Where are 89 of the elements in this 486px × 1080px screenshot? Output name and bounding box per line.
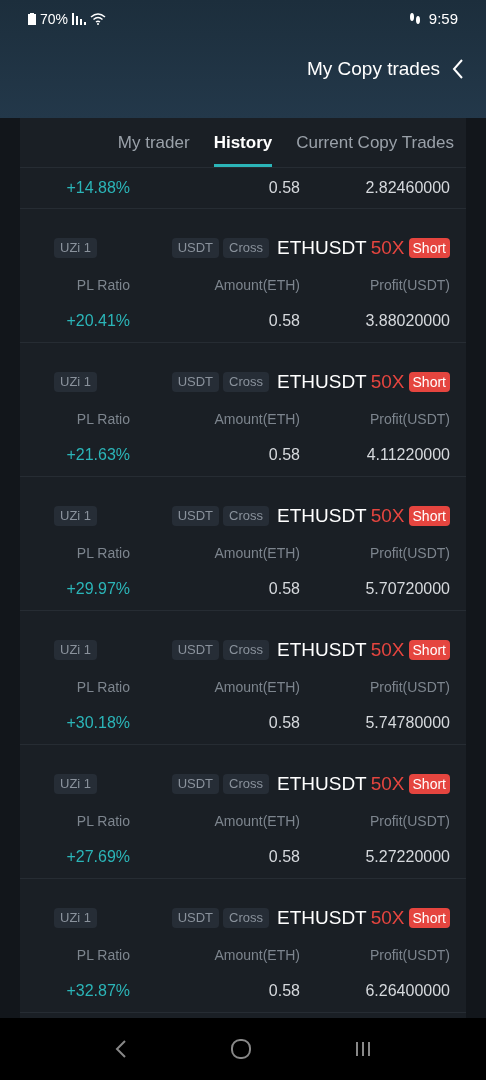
side-badge: Short — [408, 505, 450, 526]
side-badge: Short — [408, 237, 450, 258]
column-label: Amount(ETH) — [213, 544, 300, 563]
profit-value: 2.82460000 — [364, 177, 450, 198]
margin-tag: Cross — [223, 505, 269, 526]
trader-tag: UZi 1 — [54, 237, 98, 258]
settle-tag: USDT — [171, 907, 220, 928]
leverage-label: 50X — [370, 771, 405, 796]
tab[interactable]: My trader — [117, 130, 190, 167]
column-label: PL Ratio — [75, 544, 131, 563]
pl-ratio-value: +29.97% — [65, 579, 131, 599]
column-label: PL Ratio — [75, 678, 131, 697]
margin-tag: Cross — [223, 237, 269, 258]
pl-ratio-value: +20.41% — [65, 311, 131, 331]
trader-tag: UZi 1 — [54, 907, 98, 928]
symbol-label: ETHUSDT — [277, 905, 367, 930]
settle-tag: USDT — [171, 639, 220, 660]
column-label: Profit(USDT) — [368, 678, 450, 697]
column-label: Profit(USDT) — [368, 544, 450, 563]
leverage-label: 50X — [370, 905, 405, 930]
tab[interactable]: Current Copy Trades — [296, 130, 454, 167]
side-badge: Short — [408, 371, 450, 392]
column-label: Profit(USDT) — [368, 812, 450, 831]
margin-tag: Cross — [223, 371, 269, 392]
column-label: Amount(ETH) — [213, 678, 300, 697]
column-label: PL Ratio — [75, 276, 131, 295]
wifi-icon — [90, 13, 107, 25]
profit-value: 6.26400000 — [364, 981, 450, 1001]
column-label: Amount(ETH) — [213, 276, 300, 295]
steps-icon — [408, 12, 421, 26]
settle-tag: USDT — [171, 237, 220, 258]
pl-ratio-value: +14.88% — [65, 177, 131, 198]
amount-value: 0.58 — [267, 579, 300, 599]
column-label: PL Ratio — [75, 812, 131, 831]
amount-value: 0.58 — [267, 713, 300, 733]
trader-tag: UZi 1 — [54, 773, 98, 794]
settle-tag: USDT — [171, 371, 220, 392]
leverage-label: 50X — [370, 503, 405, 528]
symbol-label: ETHUSDT — [277, 369, 367, 394]
profit-value: 5.74780000 — [364, 713, 450, 733]
margin-tag: Cross — [223, 639, 269, 660]
page-title: My Copy trades — [306, 57, 440, 81]
column-label: Amount(ETH) — [213, 946, 300, 965]
leverage-label: 50X — [370, 235, 405, 260]
profit-value: 5.27220000 — [364, 847, 450, 867]
column-label: Amount(ETH) — [213, 410, 300, 429]
symbol-label: ETHUSDT — [277, 235, 367, 260]
side-badge: Short — [408, 773, 450, 794]
trader-tag: UZi 1 — [54, 371, 98, 392]
profit-value: 5.70720000 — [364, 579, 450, 599]
amount-value: 0.58 — [267, 981, 300, 1001]
column-label: Profit(USDT) — [368, 410, 450, 429]
pl-ratio-value: +32.87% — [65, 981, 131, 1001]
profit-value: 4.11220000 — [365, 445, 450, 465]
recents-nav-icon[interactable] — [354, 1040, 371, 1058]
trader-tag: UZi 1 — [54, 639, 98, 660]
symbol-label: ETHUSDT — [277, 503, 367, 528]
pl-ratio-value: +21.63% — [65, 445, 131, 465]
settle-tag: USDT — [171, 505, 220, 526]
margin-tag: Cross — [223, 773, 269, 794]
column-label: PL Ratio — [75, 410, 131, 429]
back-nav-icon[interactable] — [115, 1039, 128, 1059]
back-button[interactable] — [452, 58, 466, 81]
amount-value: 0.58 — [267, 847, 300, 867]
signal-icon — [72, 13, 87, 25]
profit-value: 3.88020000 — [364, 311, 450, 331]
side-badge: Short — [408, 907, 450, 928]
amount-value: 0.58 — [267, 445, 300, 465]
margin-tag: Cross — [223, 907, 269, 928]
settle-tag: USDT — [171, 773, 220, 794]
column-label: Profit(USDT) — [368, 276, 450, 295]
battery-level: 70% — [40, 9, 69, 29]
home-nav-icon[interactable] — [230, 1038, 252, 1060]
column-label: PL Ratio — [75, 946, 131, 965]
amount-value: 0.58 — [267, 311, 300, 331]
symbol-label: ETHUSDT — [277, 637, 367, 662]
pl-ratio-value: +27.69% — [65, 847, 131, 867]
trader-tag: UZi 1 — [54, 505, 98, 526]
leverage-label: 50X — [370, 369, 405, 394]
pl-ratio-value: +30.18% — [65, 713, 131, 733]
amount-value: 0.58 — [267, 177, 300, 198]
tab[interactable]: History — [213, 130, 273, 167]
column-label: Amount(ETH) — [213, 812, 300, 831]
clock-time: 9:59 — [428, 8, 458, 29]
leverage-label: 50X — [370, 637, 405, 662]
battery-icon — [28, 13, 36, 25]
symbol-label: ETHUSDT — [277, 771, 367, 796]
column-label: Profit(USDT) — [368, 946, 450, 965]
side-badge: Short — [408, 639, 450, 660]
